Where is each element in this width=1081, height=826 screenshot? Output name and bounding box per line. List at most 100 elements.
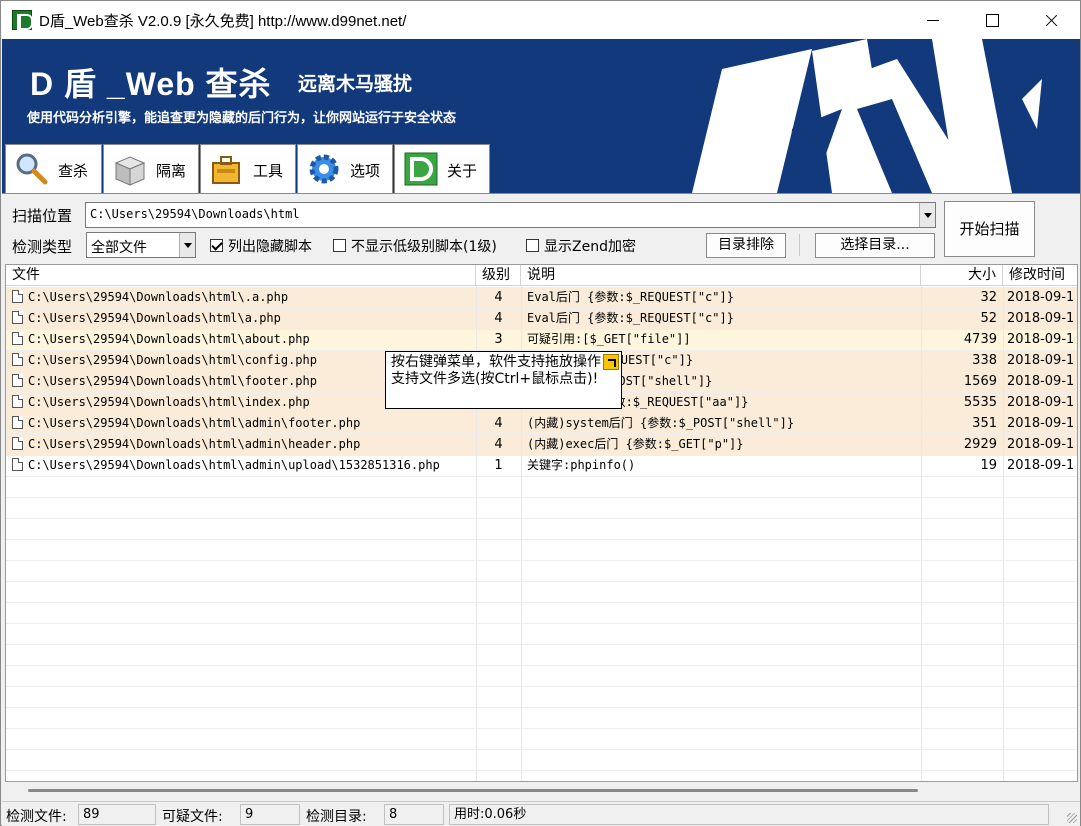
file-icon	[12, 353, 23, 366]
scan-location-combobox[interactable]: C:\Users\29594\Downloads\html	[85, 202, 936, 228]
cell-size: 1569	[921, 371, 1003, 392]
cell-mtime-text: 2018-09-1	[1007, 353, 1075, 368]
grid-line	[6, 455, 1077, 456]
table-row[interactable]: C:\Users\29594\Downloads\html\.a.php 4 Eva…	[6, 287, 1077, 308]
tab-about[interactable]: 关于	[394, 144, 490, 193]
cell-size: 338	[921, 350, 1003, 371]
grid-line	[6, 770, 1077, 771]
column-header-mtime[interactable]: 修改时间	[1003, 265, 1077, 286]
cell-file-text: C:\Users\29594\Downloads\html\.a.php	[28, 290, 289, 304]
hide-lowlevel-checkbox[interactable]: 不显示低级别脚本(1级)	[333, 236, 518, 255]
column-header-file[interactable]: 文件	[6, 265, 476, 286]
cell-size-text: 338	[972, 353, 997, 368]
grid-line	[6, 644, 1077, 645]
table-row[interactable]: C:\Users\29594\Downloads\html\about.php 3…	[6, 329, 1077, 350]
title-bar[interactable]: D盾_Web查杀 V2.0.9 [永久免费] http://www.d99net…	[1, 1, 1080, 39]
file-icon	[12, 374, 23, 387]
cell-mtime-text: 2018-09-1	[1007, 374, 1075, 389]
cell-file: C:\Users\29594\Downloads\html\.a.php	[6, 287, 476, 308]
cell-size-text: 4739	[963, 332, 997, 347]
cell-size-text: 32	[980, 290, 997, 305]
detect-type-select[interactable]: 全部文件	[86, 232, 196, 258]
table-row[interactable]: C:\Users\29594\Downloads\html\admin\foot…	[6, 413, 1077, 434]
cell-mtime: 2018-09-1	[1003, 350, 1077, 371]
cell-level: 3	[476, 329, 521, 350]
cell-file-text: C:\Users\29594\Downloads\html\admin\head…	[28, 437, 361, 451]
cell-level: 1	[476, 455, 521, 476]
choose-directory-button[interactable]: 选择目录...	[815, 233, 935, 258]
horizontal-scrollbar[interactable]	[6, 783, 1078, 799]
cell-mtime-text: 2018-09-1	[1007, 332, 1075, 347]
table-row[interactable]: C:\Users\29594\Downloads\html\a.php 4 Eval…	[6, 308, 1077, 329]
status-suspicious-value: 9	[240, 804, 300, 825]
cell-mtime: 2018-09-1	[1003, 455, 1077, 476]
list-hidden-checkbox-box[interactable]	[210, 239, 223, 252]
tab-scan-label: 查杀	[58, 162, 89, 180]
cell-desc-text: 关键字:phpinfo()	[527, 458, 636, 472]
grid-line	[6, 623, 1077, 624]
status-time: 用时:0.06秒	[449, 804, 1049, 825]
cell-desc: (内藏)exec后门 {参数:$_GET["p"]}	[521, 434, 921, 455]
tab-options-label: 选项	[350, 162, 381, 180]
cell-size: 52	[921, 308, 1003, 329]
cell-file: C:\Users\29594\Downloads\html\about.php	[6, 329, 476, 350]
cell-desc: Eval后门 {参数:$_REQUEST["c"]}	[521, 287, 921, 308]
cell-file-text: C:\Users\29594\Downloads\html\admin\uplo…	[28, 458, 440, 472]
cell-file-text: C:\Users\29594\Downloads\html\index.php	[28, 395, 310, 409]
tab-tools[interactable]: 工具	[200, 144, 296, 193]
column-header-size[interactable]: 大小	[921, 265, 1003, 286]
cell-size-text: 351	[972, 416, 997, 431]
detect-type-dropdown-icon[interactable]	[179, 233, 195, 257]
cell-file-text: C:\Users\29594\Downloads\html\footer.php	[28, 374, 317, 388]
brand-subtitle: 远离木马骚扰	[298, 73, 413, 95]
grid-line	[6, 728, 1077, 729]
minimize-button[interactable]	[904, 1, 962, 39]
cell-level: 4	[476, 308, 521, 329]
table-row[interactable]: C:\Users\29594\Downloads\html\admin\head…	[6, 434, 1077, 455]
tab-quarantine[interactable]: 隔离	[103, 144, 199, 193]
tab-quarantine-label: 隔离	[156, 162, 187, 180]
cell-level-text: 4	[494, 416, 503, 431]
resize-grip-icon[interactable]	[1067, 813, 1077, 823]
grid-line	[6, 686, 1077, 687]
results-header: 文件 级别 说明 大小 修改时间	[6, 265, 1077, 286]
show-zend-checkbox-box[interactable]	[526, 239, 539, 252]
cell-level-text: 4	[494, 437, 503, 452]
show-zend-label: 显示Zend加密	[544, 239, 636, 255]
scan-location-dropdown-icon[interactable]	[919, 203, 935, 227]
cell-desc: Eval后门 {参数:$_REQUEST["c"]}	[521, 308, 921, 329]
window-title: D盾_Web查杀 V2.0.9 [永久免费] http://www.d99net…	[39, 13, 407, 30]
cell-level-text: 1	[494, 458, 503, 473]
cell-desc-text: (内藏)system后门 {参数:$_POST["shell"]}	[527, 416, 795, 430]
usage-tooltip-text: 按右键弹菜单，软件支持拖放操作，支持文件多选(按Ctrl+鼠标点击)!	[391, 354, 615, 387]
grid-line	[6, 539, 1077, 540]
cell-level-text: 4	[494, 290, 503, 305]
grid-line	[6, 560, 1077, 561]
start-scan-button[interactable]: 开始扫描	[944, 201, 1035, 257]
cell-file: C:\Users\29594\Downloads\html\admin\uplo…	[6, 455, 476, 476]
cell-mtime: 2018-09-1	[1003, 434, 1077, 455]
hide-lowlevel-checkbox-box[interactable]	[333, 239, 346, 252]
toolbox-icon	[212, 156, 240, 184]
cell-size-text: 2929	[963, 437, 997, 452]
horizontal-scrollbar-thumb[interactable]	[28, 789, 918, 792]
status-files-label: 检测文件:	[6, 809, 67, 825]
usage-tooltip: 按右键弹菜单，软件支持拖放操作，支持文件多选(按Ctrl+鼠标点击)!	[385, 351, 622, 409]
results-list[interactable]: 文件 级别 说明 大小 修改时间 C:\Users\29594\Download…	[5, 264, 1078, 782]
column-header-desc[interactable]: 说明	[521, 265, 921, 286]
list-hidden-checkbox[interactable]: 列出隐藏脚本	[210, 236, 330, 255]
table-row[interactable]: C:\Users\29594\Downloads\html\admin\uplo…	[6, 455, 1077, 476]
cell-file: C:\Users\29594\Downloads\html\a.php	[6, 308, 476, 329]
column-header-level[interactable]: 级别	[476, 265, 521, 286]
tab-options[interactable]: 选项	[297, 144, 393, 193]
gear-icon	[309, 154, 339, 184]
cell-size: 19	[921, 455, 1003, 476]
magnifier-icon	[16, 153, 48, 185]
show-zend-checkbox[interactable]: 显示Zend加密	[526, 236, 646, 255]
maximize-button[interactable]	[963, 1, 1021, 39]
cell-file-text: C:\Users\29594\Downloads\html\about.php	[28, 332, 310, 346]
grid-line	[6, 413, 1077, 414]
exclude-directory-button[interactable]: 目录排除	[706, 233, 786, 258]
tab-scan[interactable]: 查杀	[5, 144, 102, 194]
close-button[interactable]	[1022, 1, 1080, 39]
